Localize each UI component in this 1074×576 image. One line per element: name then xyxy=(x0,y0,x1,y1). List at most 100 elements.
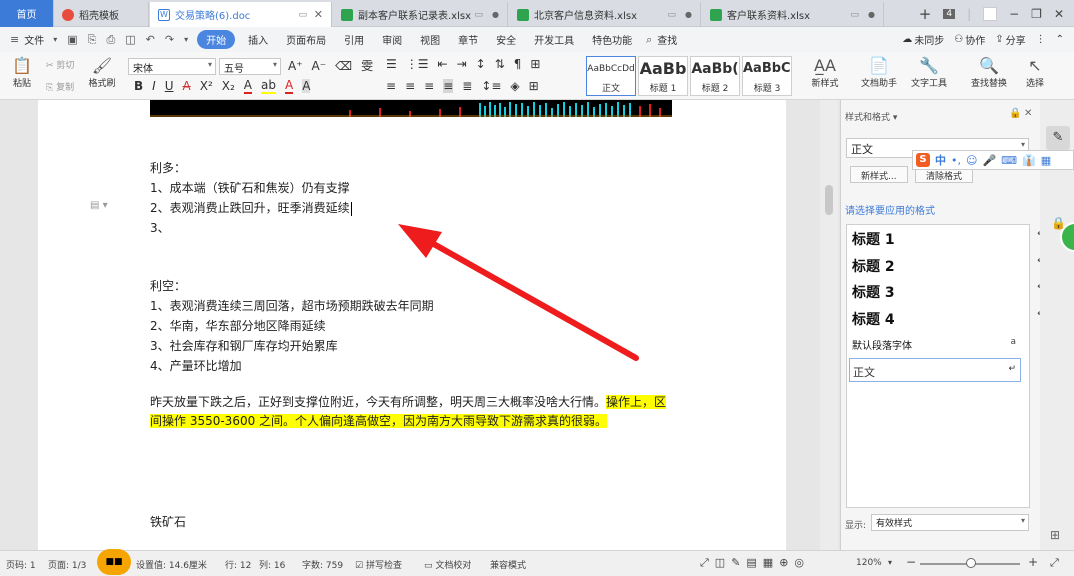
panel-lock-icon[interactable]: 🔒 xyxy=(1009,108,1021,119)
show-marks-icon[interactable]: ¶ xyxy=(514,57,522,71)
grid-icon[interactable]: ⊞ xyxy=(1050,528,1060,542)
copy-button[interactable]: ⎘ 复制 xyxy=(46,80,74,93)
menu-file[interactable]: 文件 xyxy=(24,32,44,47)
spell-check-button[interactable]: ☑ 拼写检查 xyxy=(355,558,402,571)
document-page[interactable]: ▤ ▾ 利多： 1、成本端（铁矿石和焦炭）仍有支撑 2、表观消费止跌回升，旺季消… xyxy=(38,100,786,550)
zoom-dropdown-icon[interactable]: ▾ xyxy=(888,558,892,567)
grow-font-icon[interactable]: A⁺ xyxy=(288,59,303,73)
style-item-default-font[interactable]: 默认段落字体 a xyxy=(852,337,1016,352)
numbered-list-icon[interactable]: ⋮☰ xyxy=(406,57,429,71)
strikethrough-icon[interactable]: A xyxy=(183,79,191,93)
vertical-scrollbar[interactable] xyxy=(820,100,838,550)
style-heading-1[interactable]: AaBb 标题 1 xyxy=(638,56,688,96)
view-mode-icons[interactable]: ⤢◫✎▤▦⊕◎ xyxy=(700,556,810,570)
style-heading-3[interactable]: AaBbC( 标题 3 xyxy=(742,56,792,96)
sync-status[interactable]: 未同步 xyxy=(914,32,944,47)
bold-icon[interactable]: B xyxy=(134,79,143,93)
font-family-select[interactable]: 宋体 xyxy=(128,58,216,75)
menu-search[interactable]: 查找 xyxy=(657,32,677,47)
phonetic-icon[interactable]: 雯 xyxy=(361,57,373,74)
style-item-h1[interactable]: 标题 1↵ xyxy=(852,229,1045,249)
undo-icon[interactable]: ↶ xyxy=(146,33,155,46)
underline-icon[interactable]: U xyxy=(165,79,174,93)
format-painter-button[interactable]: 🖌 格式刷 xyxy=(86,56,118,89)
menu-insert[interactable]: 插入 xyxy=(239,32,277,47)
more-icon[interactable]: ⋮ xyxy=(1036,34,1046,45)
table-border-icon[interactable]: ⊞ xyxy=(530,57,540,71)
new-style-panel-button[interactable]: 新样式... xyxy=(850,166,908,183)
tab-docer-templates[interactable]: 稻壳模板 xyxy=(54,2,149,27)
keyboard-icon[interactable]: ⌨ xyxy=(1001,154,1017,167)
minimize-icon[interactable]: − xyxy=(1009,7,1019,21)
chevron-down-icon[interactable]: ▾ xyxy=(53,35,57,44)
style-item-h4[interactable]: 标题 4↵ xyxy=(852,309,1045,329)
scrollbar-thumb[interactable] xyxy=(825,185,833,215)
shading-icon[interactable]: ◈ xyxy=(510,79,519,93)
tab-contact-record-xlsx[interactable]: 副本客户联系记录表.xlsx ▭ ● xyxy=(333,2,508,27)
fullscreen-icon[interactable]: ⤢ xyxy=(1050,556,1059,570)
cut-button[interactable]: ✂ 剪切 xyxy=(46,58,74,71)
share-icon[interactable]: ⇪ xyxy=(995,34,1003,45)
tab-trading-strategy-doc[interactable]: W 交易策略(6).doc ▭ ✕ xyxy=(150,2,332,27)
show-filter-select[interactable]: 有效样式 xyxy=(871,514,1029,531)
status-word-count[interactable]: 字数: 759 xyxy=(302,558,343,571)
preview-icon[interactable]: ◫ xyxy=(125,33,135,46)
zoom-in-icon[interactable]: + xyxy=(1028,555,1038,569)
paragraph-marker-icon[interactable]: ▤ ▾ xyxy=(90,200,108,211)
style-item-h3[interactable]: 标题 3↵ xyxy=(852,282,1045,302)
clear-format-icon[interactable]: ⌫ xyxy=(335,59,352,73)
justify-icon[interactable]: ≡ xyxy=(443,79,454,93)
tab-client-contact-xlsx[interactable]: 客户联系资料.xlsx ▭ ● xyxy=(702,2,884,27)
tab-count-badge[interactable]: 4 xyxy=(943,8,956,19)
search-icon[interactable]: ⌕ xyxy=(646,33,652,47)
share-button[interactable]: 分享 xyxy=(1006,32,1026,47)
subscript-icon[interactable]: X₂ xyxy=(222,79,235,93)
maximize-icon[interactable]: ❐ xyxy=(1031,7,1042,21)
style-item-normal[interactable]: 正文 ↵ xyxy=(849,358,1021,382)
hamburger-icon[interactable]: ≡ xyxy=(10,33,19,46)
collab-button[interactable]: 协作 xyxy=(965,32,985,47)
ime-mode[interactable]: 中 xyxy=(935,152,946,168)
tab-beijing-client-xlsx[interactable]: 北京客户信息资料.xlsx ▭ ● xyxy=(509,2,701,27)
menu-page-layout[interactable]: 页面布局 xyxy=(277,32,335,47)
text-tools-button[interactable]: 🔧 文字工具 xyxy=(906,56,952,89)
borders-icon[interactable]: ⊞ xyxy=(529,79,539,93)
avatar-icon[interactable] xyxy=(983,6,998,21)
find-replace-button[interactable]: 🔍 查找替换 xyxy=(966,56,1012,89)
shrink-font-icon[interactable]: A⁻ xyxy=(312,59,327,73)
font-size-select[interactable]: 五号 xyxy=(219,58,281,75)
close-tab-icon[interactable]: ✕ xyxy=(314,8,323,21)
menu-developer[interactable]: 开发工具 xyxy=(525,32,583,47)
sogou-icon[interactable]: S xyxy=(916,153,930,167)
align-left-icon[interactable]: ≡ xyxy=(386,79,396,93)
menu-start[interactable]: 开始 xyxy=(197,30,236,49)
zoom-level[interactable]: 120% xyxy=(856,558,882,568)
edit-icon[interactable]: ✎ xyxy=(1046,126,1070,150)
distribute-icon[interactable]: ≣ xyxy=(462,79,472,93)
doc-proof-button[interactable]: ▭ 文档校对 xyxy=(424,558,471,571)
punctuation-icon[interactable]: •, xyxy=(951,154,961,167)
save-icon[interactable]: ▣ xyxy=(67,33,77,46)
new-tab-icon[interactable]: + xyxy=(919,5,932,23)
print-icon[interactable]: ⎙ xyxy=(106,33,115,47)
italic-icon[interactable]: I xyxy=(152,79,156,93)
menu-special-features[interactable]: 特色功能 xyxy=(583,32,641,47)
select-button[interactable]: ↖ 选择 xyxy=(1020,56,1050,89)
menu-references[interactable]: 引用 xyxy=(335,32,373,47)
chevron-down-icon[interactable]: ▾ xyxy=(184,35,188,44)
indent-icon[interactable]: ⇥ xyxy=(457,57,467,71)
skin-icon[interactable]: 👔 xyxy=(1022,154,1036,167)
cloud-sync-icon[interactable]: ☁ xyxy=(902,34,912,45)
menu-security[interactable]: 安全 xyxy=(487,32,525,47)
align-center-icon[interactable]: ≡ xyxy=(405,79,415,93)
close-window-icon[interactable]: ✕ xyxy=(1054,7,1064,21)
text-direction-icon[interactable]: ↕ xyxy=(476,57,486,71)
outdent-icon[interactable]: ⇤ xyxy=(438,57,448,71)
sort-icon[interactable]: ⇅ xyxy=(495,57,505,71)
char-shading-icon[interactable]: A xyxy=(302,79,311,93)
emoji-icon[interactable]: ☺ xyxy=(966,154,977,167)
toolbox-icon[interactable]: ▦ xyxy=(1041,154,1051,167)
paste-button[interactable]: 📋 粘贴 xyxy=(8,56,36,89)
collab-icon[interactable]: ⚇ xyxy=(954,34,963,45)
new-style-button[interactable]: A̲A 新样式 xyxy=(807,56,843,89)
